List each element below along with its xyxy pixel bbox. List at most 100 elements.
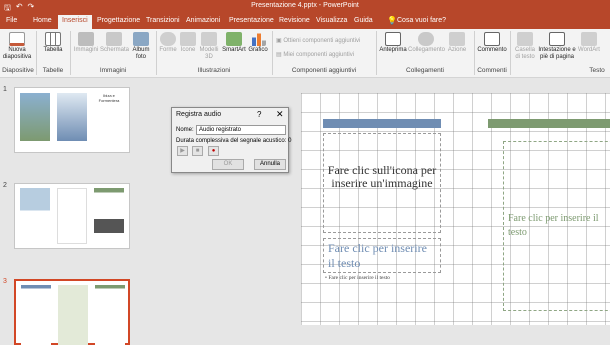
record-button[interactable]: ● (208, 146, 219, 156)
wordart-button[interactable]: WordArt (576, 32, 602, 54)
tab-presentazione[interactable]: Presentazione (229, 17, 274, 24)
group-immagini: Immagini (99, 67, 127, 74)
screenshot-button[interactable]: Schermata (100, 32, 129, 54)
picture-icon (78, 32, 94, 46)
cube-icon (201, 32, 217, 46)
tab-inserisci[interactable]: Inserisci (58, 15, 92, 29)
layout-panel (21, 285, 51, 345)
chart-button[interactable]: Grafico (247, 32, 269, 54)
separator (474, 31, 475, 75)
comment-icon (484, 32, 500, 46)
layout-panel (95, 285, 125, 345)
photo-album-icon (133, 32, 149, 46)
star-icon (449, 32, 465, 46)
tab-transizioni[interactable]: Transizioni (146, 17, 180, 24)
text-panel (57, 188, 87, 244)
shapes-icon (160, 32, 176, 46)
group-testo: Testo (589, 67, 605, 74)
group-collegamenti: Collegamenti (406, 67, 444, 74)
bullet-placeholder[interactable]: • Fare clic per inserire il testo (325, 275, 443, 281)
right-text-placeholder[interactable]: Fare clic per inserire il testo (503, 141, 610, 311)
stop-button[interactable]: ■ (192, 146, 203, 156)
name-label: Nome: (176, 127, 194, 133)
title-panel: Ibiza e Formentera (94, 93, 124, 141)
globe-link-icon (418, 32, 434, 46)
duration-value: 0 (288, 138, 292, 144)
new-slide-icon (9, 32, 25, 46)
accent-bar (323, 119, 441, 128)
icons-button[interactable]: Icone (178, 32, 198, 54)
my-addins-button[interactable]: ▤ Miei componenti aggiuntivi (276, 51, 354, 58)
shapes-button[interactable]: Forme (158, 32, 178, 54)
tab-file[interactable]: File (6, 17, 17, 24)
text-box-button[interactable]: Casella di testo (512, 32, 538, 61)
slide-thumbnail-2[interactable] (14, 183, 130, 249)
photo-panel (94, 188, 124, 244)
picture-placeholder[interactable]: Fare clic sull'icona per inserire un'imm… (323, 133, 441, 233)
ribbon-tabs: File Home Inserisci Progettazione Transi… (0, 14, 610, 29)
tab-home[interactable]: Home (33, 17, 52, 24)
tab-animazioni[interactable]: Animazioni (186, 17, 220, 24)
chart-icon (250, 32, 266, 46)
text-box-icon (517, 32, 533, 46)
tab-progettazione[interactable]: Progettazione (97, 17, 140, 24)
accent-bar (488, 119, 610, 128)
thumbnail-scrollbar[interactable] (145, 79, 153, 325)
name-field[interactable]: Audio registrato (196, 125, 286, 135)
separator (70, 31, 71, 75)
slide-number: 1 (3, 86, 7, 93)
group-commenti: Commenti (477, 67, 507, 74)
slide-thumbnail-3[interactable] (14, 279, 130, 345)
group-tabelle: Tabelle (42, 67, 64, 74)
right-placeholder-text: Fare clic per inserire il testo (508, 213, 599, 238)
slide-number: 3 (3, 278, 7, 285)
screenshot-icon (106, 32, 122, 46)
duration-label: Durata complessiva del segnale acustico:… (176, 138, 292, 144)
text-placeholder[interactable]: Fare clic per inserire il testo (323, 238, 441, 273)
table-button[interactable]: Tabella (40, 32, 66, 54)
slide-thumbnail-1[interactable]: Ibiza e Formentera (14, 87, 130, 153)
separator (510, 31, 511, 75)
icons-icon (180, 32, 196, 46)
pictures-button[interactable]: Immagini (72, 32, 100, 54)
group-illustrazioni: Illustrazioni (197, 67, 231, 74)
layout-panel (58, 285, 88, 345)
tab-revisione[interactable]: Revisione (279, 17, 310, 24)
help-icon[interactable]: ? (257, 110, 261, 119)
link-button[interactable]: Collegamento (408, 32, 445, 54)
photo-album-button[interactable]: Album foto (129, 32, 153, 61)
cancel-button[interactable]: Annulla (254, 159, 286, 170)
photo-panel (57, 93, 87, 141)
tell-me-search[interactable]: Cosa vuoi fare? (397, 17, 446, 24)
comment-button[interactable]: Commento (476, 32, 508, 54)
title-bar: 🖫 ↶ ↷ Presentazione 4.pptx - PowerPoint (0, 0, 610, 14)
group-diapositive: Diapositive (2, 67, 34, 74)
header-footer-icon (549, 32, 565, 46)
get-addins-button[interactable]: ▣ Ottieni componenti aggiuntivi (276, 37, 360, 44)
record-audio-dialog: Registra audio ? ✕ Nome: Audio registrat… (171, 107, 292, 173)
smartart-button[interactable]: SmartArt (221, 32, 247, 54)
header-footer-button[interactable]: Intestazione e piè di pagina (538, 32, 576, 61)
separator (156, 31, 157, 75)
slide-thumbnail-pane: 1 Ibiza e Formentera 2 3 (0, 79, 145, 345)
smartart-icon (226, 32, 242, 46)
close-icon[interactable]: ✕ (276, 109, 284, 120)
tab-visualizza[interactable]: Visualizza (316, 17, 347, 24)
separator (272, 31, 273, 75)
play-button[interactable]: ▶ (177, 146, 188, 156)
tab-guida[interactable]: Guida (354, 17, 373, 24)
new-slide-button[interactable]: Nuova diapositiva (2, 32, 32, 61)
wordart-icon (581, 32, 597, 46)
action-button[interactable]: Azione (444, 32, 470, 54)
picture-placeholder-text: Fare clic sull'icona per inserire un'imm… (327, 163, 437, 190)
window-title: Presentazione 4.pptx - PowerPoint (251, 2, 359, 9)
lightbulb-icon: 💡 (387, 16, 397, 25)
separator (376, 31, 377, 75)
group-componenti: Componenti aggiuntivi (291, 67, 357, 74)
photo-panel (20, 188, 50, 244)
3d-models-button[interactable]: Modelli 3D (198, 32, 220, 61)
zoom-preview-button[interactable]: Anteprima (378, 32, 408, 54)
ok-button[interactable]: OK (212, 159, 244, 170)
ribbon: Nuova diapositiva Diapositive Tabella Ta… (0, 29, 610, 78)
dialog-title: Registra audio (176, 111, 222, 118)
